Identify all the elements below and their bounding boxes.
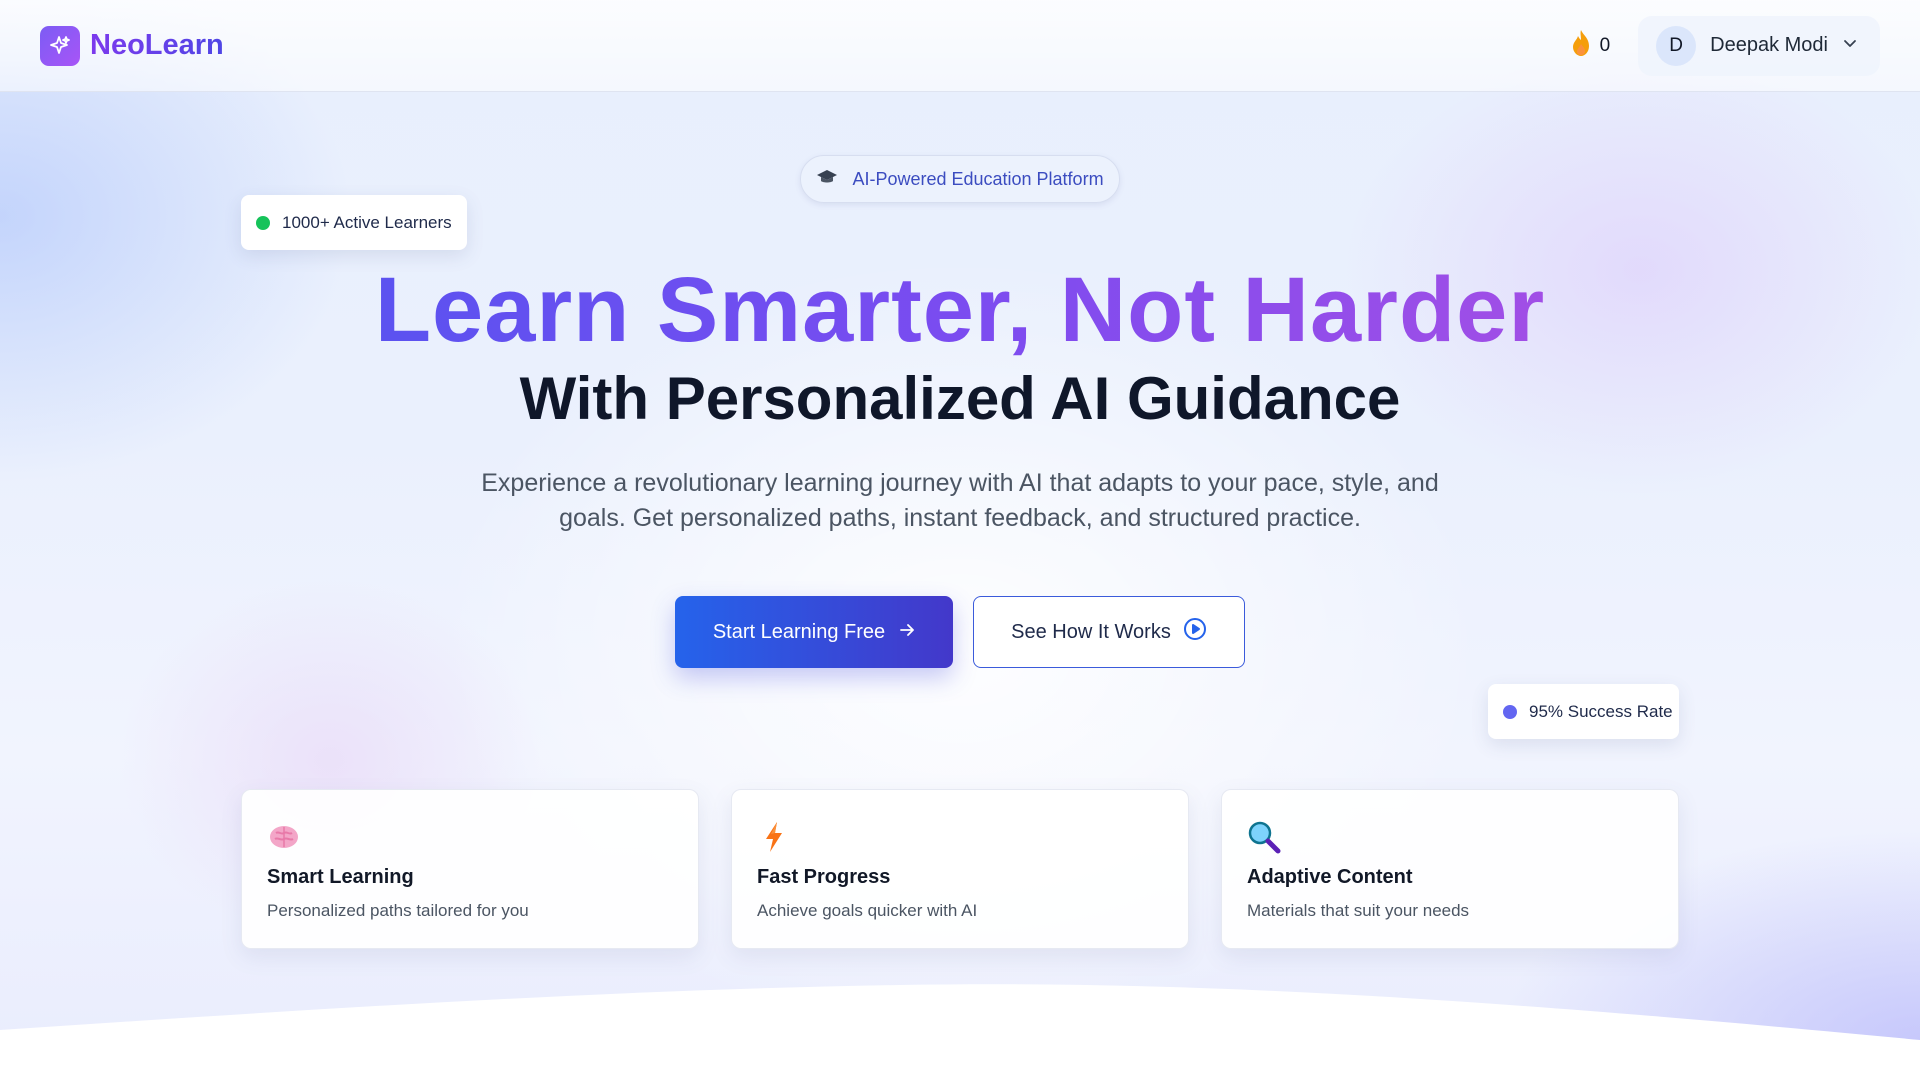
hero-title-text: Learn Smarter, Not Harder bbox=[374, 259, 1546, 361]
see-how-it-works-button[interactable]: See How It Works bbox=[973, 596, 1245, 668]
user-menu-button[interactable]: D Deepak Modi bbox=[1638, 15, 1880, 76]
status-dot bbox=[256, 215, 270, 230]
chevron-down-icon bbox=[1842, 35, 1858, 56]
active-learners-badge: 1000+ Active Learners bbox=[241, 195, 467, 250]
nav-right: 0 D Deepak Modi bbox=[1570, 15, 1880, 76]
feature-description: Personalized paths tailored for you bbox=[267, 901, 529, 920]
start-learning-label: Start Learning Free bbox=[712, 620, 886, 643]
platform-pill-label: AI-Powered Education Platform bbox=[852, 168, 1104, 189]
brain-icon bbox=[267, 820, 301, 854]
lightning-icon bbox=[757, 820, 791, 854]
feature-card-smart-learning[interactable]: Smart Learning Personalized paths tailor… bbox=[241, 789, 699, 949]
success-rate-badge: 95% Success Rate bbox=[1488, 684, 1679, 739]
streak-counter[interactable]: 0 bbox=[1570, 29, 1611, 63]
start-learning-button[interactable]: Start Learning Free bbox=[675, 596, 953, 668]
avatar: D bbox=[1656, 25, 1697, 66]
top-navbar: NeoLearn 0 D Deepak Modi bbox=[0, 0, 1920, 92]
hero-title: Learn Smarter, Not Harder bbox=[0, 258, 1920, 363]
feature-title: Adaptive Content bbox=[1247, 866, 1413, 888]
active-learners-label: 1000+ Active Learners bbox=[282, 212, 452, 232]
feature-title: Smart Learning bbox=[267, 866, 414, 888]
arrow-right-icon bbox=[899, 621, 915, 644]
feature-card-fast-progress[interactable]: Fast Progress Achieve goals quicker with… bbox=[731, 789, 1189, 949]
feature-description: Materials that suit your needs bbox=[1247, 901, 1470, 920]
hero-subheading: With Personalized AI Guidance bbox=[519, 365, 1401, 432]
sparkle-icon bbox=[40, 25, 80, 66]
status-dot bbox=[1503, 704, 1517, 719]
bottom-wave-decoration bbox=[0, 984, 1920, 1080]
user-name: Deepak Modi bbox=[1710, 34, 1828, 56]
platform-pill: AI-Powered Education Platform bbox=[800, 155, 1120, 203]
feature-description: Achieve goals quicker with AI bbox=[757, 901, 978, 920]
see-how-label: See How It Works bbox=[1011, 620, 1171, 643]
streak-count: 0 bbox=[1599, 34, 1611, 56]
success-rate-label: 95% Success Rate bbox=[1529, 701, 1673, 721]
flame-icon bbox=[1570, 29, 1592, 63]
graduation-cap-icon bbox=[816, 168, 838, 191]
brand[interactable]: NeoLearn bbox=[40, 25, 224, 66]
play-circle-icon bbox=[1183, 617, 1207, 647]
feature-title: Fast Progress bbox=[757, 866, 891, 888]
feature-card-adaptive-content[interactable]: Adaptive Content Materials that suit you… bbox=[1221, 789, 1679, 949]
brand-name: NeoLearn bbox=[90, 29, 224, 61]
magnifier-icon bbox=[1247, 820, 1281, 854]
hero-description: Experience a revolutionary learning jour… bbox=[481, 469, 1439, 532]
